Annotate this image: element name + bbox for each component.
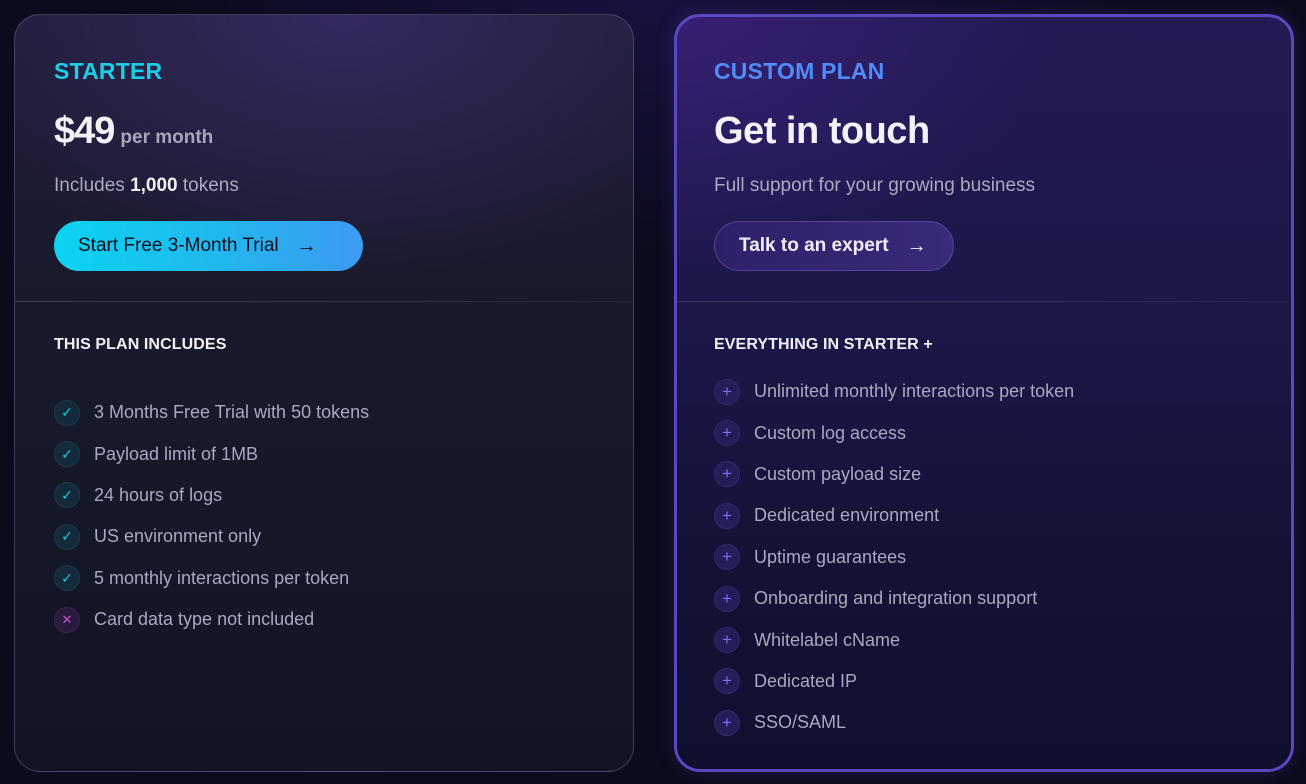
divider <box>15 301 633 302</box>
feature-label: US environment only <box>94 526 262 547</box>
custom-plan-card: CUSTOM PLAN Get in touch Full support fo… <box>674 14 1294 772</box>
starter-plan-card: STARTER $49 per month Includes 1,000 tok… <box>14 14 634 772</box>
price-period: per month <box>120 127 214 148</box>
plan-name: CUSTOM PLAN <box>714 58 885 84</box>
feature-item: + Whitelabel cName <box>714 619 1074 660</box>
feature-item: ✓ US environment only <box>54 516 369 557</box>
feature-item: + Dedicated environment <box>714 495 1074 536</box>
feature-label: Whitelabel cName <box>754 629 901 650</box>
section-title: EVERYTHING IN STARTER + <box>714 336 933 353</box>
plus-icon: + <box>714 585 740 612</box>
feature-item: + Custom log access <box>714 412 1074 453</box>
headline: Get in touch <box>714 110 930 152</box>
includes-prefix: Includes <box>54 175 125 196</box>
check-icon: ✓ <box>54 523 80 550</box>
feature-item: ✓ Payload limit of 1MB <box>54 433 369 474</box>
plus-icon: + <box>714 668 740 695</box>
feature-label: Card data type not included <box>94 609 315 630</box>
check-icon: ✓ <box>54 565 80 592</box>
feature-item: + SSO/SAML <box>714 702 1074 743</box>
plus-icon: + <box>714 627 740 654</box>
price: $49 <box>54 110 115 152</box>
feature-label: 24 hours of logs <box>94 484 223 505</box>
feature-list: ✓ 3 Months Free Trial with 50 tokens ✓ P… <box>54 392 369 640</box>
includes-amount: 1,000 <box>130 175 178 196</box>
feature-item: + Unlimited monthly interactions per tok… <box>714 371 1074 412</box>
feature-item: ✓ 24 hours of logs <box>54 475 369 516</box>
feature-label: Dedicated IP <box>754 670 858 691</box>
check-icon: ✓ <box>54 441 80 468</box>
divider <box>677 301 1291 302</box>
start-trial-button[interactable]: Start Free 3-Month Trial → <box>54 221 363 271</box>
feature-item: + Uptime guarantees <box>714 537 1074 578</box>
includes-suffix: tokens <box>182 175 239 196</box>
price-row: $49 per month <box>54 110 213 153</box>
plan-name: STARTER <box>54 58 163 84</box>
feature-item: ✓ 3 Months Free Trial with 50 tokens <box>54 392 369 433</box>
plus-icon: + <box>714 461 740 488</box>
check-icon: ✓ <box>54 482 80 509</box>
section-title: THIS PLAN INCLUDES <box>54 336 227 353</box>
feature-label: 3 Months Free Trial with 50 tokens <box>94 402 370 423</box>
x-icon: ✕ <box>54 606 80 633</box>
plan-subtitle: Full support for your growing business <box>714 175 1036 196</box>
plus-icon: + <box>714 378 740 405</box>
talk-to-expert-button[interactable]: Talk to an expert → <box>714 221 954 271</box>
plus-icon: + <box>714 502 740 529</box>
feature-list: + Unlimited monthly interactions per tok… <box>714 371 1074 744</box>
feature-label: SSO/SAML <box>754 712 847 733</box>
feature-label: 5 monthly interactions per token <box>94 567 350 588</box>
talk-to-expert-label: Talk to an expert <box>739 235 889 256</box>
feature-item: + Dedicated IP <box>714 661 1074 702</box>
token-allowance: Includes 1,000 tokens <box>54 175 239 197</box>
feature-label: Onboarding and integration support <box>754 588 1038 609</box>
start-trial-label: Start Free 3-Month Trial <box>78 235 279 256</box>
plus-icon: + <box>714 420 740 447</box>
feature-label: Uptime guarantees <box>754 546 907 567</box>
plus-icon: + <box>714 709 740 736</box>
arrow-right-icon: → <box>906 234 927 257</box>
feature-label: Unlimited monthly interactions per token <box>754 381 1075 402</box>
feature-item: ✓ 5 monthly interactions per token <box>54 558 369 599</box>
feature-label: Custom payload size <box>754 463 922 484</box>
feature-item: + Custom payload size <box>714 454 1074 495</box>
plus-icon: + <box>714 544 740 571</box>
feature-label: Dedicated environment <box>754 505 940 526</box>
feature-item: + Onboarding and integration support <box>714 578 1074 619</box>
feature-label: Payload limit of 1MB <box>94 443 259 464</box>
check-icon: ✓ <box>54 399 80 426</box>
feature-label: Custom log access <box>754 422 907 443</box>
feature-item-excluded: ✕ Card data type not included <box>54 599 369 640</box>
arrow-right-icon: → <box>296 234 317 257</box>
